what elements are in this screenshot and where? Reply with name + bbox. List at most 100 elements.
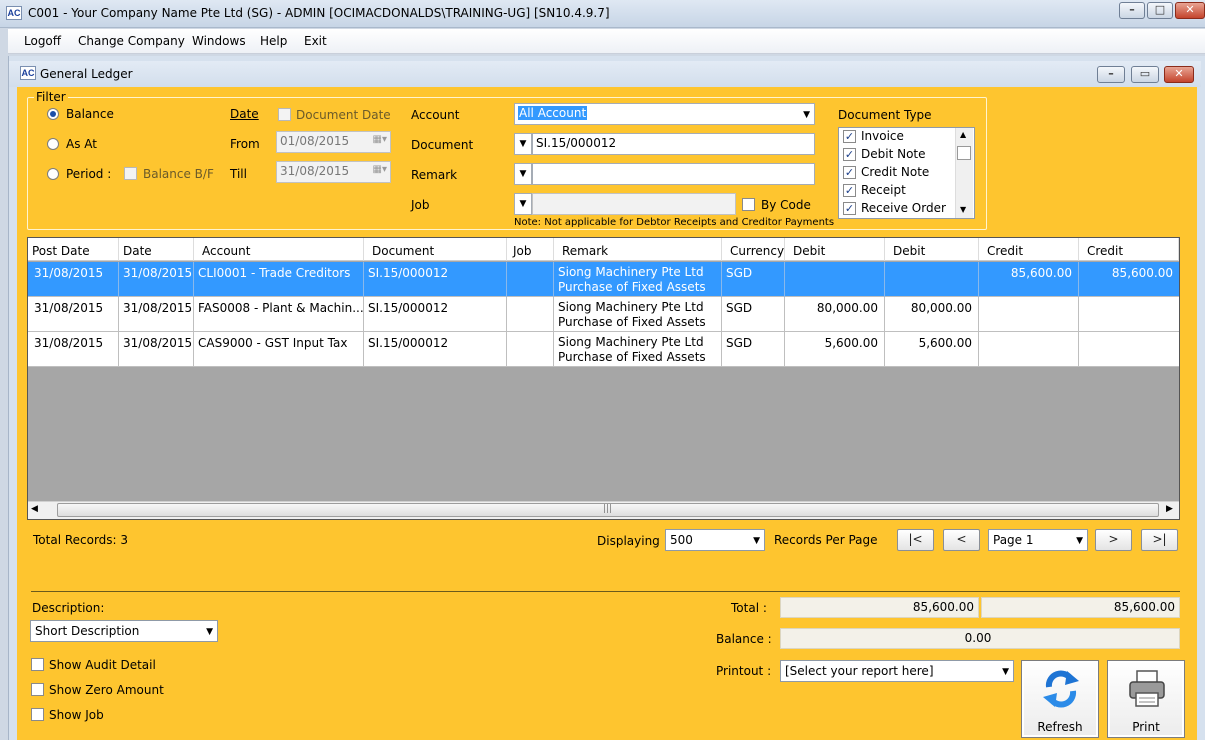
balance-radio[interactable] bbox=[47, 108, 59, 120]
document-type-scrollbar[interactable]: ▲ ▼ bbox=[955, 128, 973, 218]
last-page-button[interactable]: >| bbox=[1141, 529, 1178, 551]
period-radio[interactable] bbox=[47, 168, 59, 180]
child-close-button[interactable]: ✕ bbox=[1164, 66, 1194, 83]
menu-logoff[interactable]: Logoff bbox=[24, 34, 61, 48]
cell-currency: SGD bbox=[722, 262, 785, 297]
doc-type-label: Receipt bbox=[861, 183, 906, 197]
col-header-date[interactable]: Date bbox=[119, 238, 194, 261]
till-label: Till bbox=[230, 167, 247, 181]
scroll-up-icon[interactable]: ▲ bbox=[960, 130, 966, 139]
checkbox-checked-icon[interactable]: ✓ bbox=[843, 166, 856, 179]
minimize-button[interactable]: – bbox=[1119, 2, 1145, 19]
child-minimize-button[interactable]: – bbox=[1097, 66, 1125, 83]
scroll-left-icon[interactable]: ◀ bbox=[31, 504, 38, 514]
show-zero-amount-label: Show Zero Amount bbox=[49, 683, 164, 697]
printout-report-select[interactable]: [Select your report here] ▼ bbox=[780, 660, 1014, 682]
description-select[interactable]: Short Description ▼ bbox=[30, 620, 218, 642]
scroll-thumb[interactable] bbox=[957, 146, 971, 160]
as-at-radio-label: As At bbox=[66, 137, 97, 151]
balance-label: Balance : bbox=[716, 632, 772, 646]
close-button[interactable]: ✕ bbox=[1175, 2, 1205, 19]
till-date-field[interactable]: 31/08/2015 ▦▾ bbox=[276, 161, 391, 183]
checkbox-checked-icon[interactable]: ✓ bbox=[843, 148, 856, 161]
next-page-button[interactable]: > bbox=[1095, 529, 1132, 551]
cell-date: 31/08/2015 bbox=[119, 332, 194, 367]
account-select[interactable]: All Account ▼ bbox=[514, 103, 815, 125]
doc-type-credit-note[interactable]: ✓ Credit Note bbox=[841, 164, 959, 182]
table-row[interactable]: 31/08/2015 31/08/2015 FAS0008 - Plant & … bbox=[28, 297, 1179, 332]
first-page-button[interactable]: |< bbox=[897, 529, 934, 551]
job-input[interactable] bbox=[532, 193, 736, 215]
from-date-field[interactable]: 01/08/2015 ▦▾ bbox=[276, 131, 391, 153]
document-input[interactable]: SI.15/000012 bbox=[532, 133, 815, 155]
balance-bf-label: Balance B/F bbox=[143, 167, 214, 181]
show-job-checkbox[interactable] bbox=[31, 708, 44, 721]
cell-post-date: 31/08/2015 bbox=[28, 297, 119, 332]
table-row[interactable]: 31/08/2015 31/08/2015 CLI0001 - Trade Cr… bbox=[28, 262, 1179, 297]
scroll-down-icon[interactable]: ▼ bbox=[960, 205, 966, 214]
doc-type-receipt[interactable]: ✓ Receipt bbox=[841, 182, 959, 200]
total-records: Total Records: 3 bbox=[33, 533, 129, 547]
doc-type-debit-note[interactable]: ✓ Debit Note bbox=[841, 146, 959, 164]
remark-input[interactable] bbox=[532, 163, 815, 185]
print-button[interactable]: Print bbox=[1107, 660, 1185, 738]
cell-account: CAS9000 - GST Input Tax bbox=[194, 332, 364, 367]
show-audit-detail-checkbox[interactable] bbox=[31, 658, 44, 671]
balance-value: 0.00 bbox=[780, 628, 1180, 649]
by-code-checkbox[interactable] bbox=[742, 198, 755, 211]
show-zero-amount-checkbox[interactable] bbox=[31, 683, 44, 696]
cell-document: SI.15/000012 bbox=[364, 332, 507, 367]
as-at-radio[interactable] bbox=[47, 138, 59, 150]
menu-windows[interactable]: Windows bbox=[192, 34, 246, 48]
refresh-button[interactable]: Refresh bbox=[1021, 660, 1099, 738]
cell-date: 31/08/2015 bbox=[119, 297, 194, 332]
menu-exit[interactable]: Exit bbox=[304, 34, 327, 48]
table-row[interactable]: 31/08/2015 31/08/2015 CAS9000 - GST Inpu… bbox=[28, 332, 1179, 367]
chevron-down-icon: ▼ bbox=[753, 536, 760, 546]
col-header-debit-2[interactable]: Debit bbox=[885, 238, 979, 261]
checkbox-checked-icon[interactable]: ✓ bbox=[843, 184, 856, 197]
doc-type-receive-order[interactable]: ✓ Receive Order bbox=[841, 200, 959, 218]
cell-date: 31/08/2015 bbox=[119, 262, 194, 297]
page-select[interactable]: Page 1 ▼ bbox=[988, 529, 1088, 551]
scroll-right-icon[interactable]: ▶ bbox=[1166, 504, 1173, 514]
checkbox-checked-icon[interactable]: ✓ bbox=[843, 202, 856, 215]
cell-credit-2 bbox=[1079, 297, 1179, 332]
refresh-button-label: Refresh bbox=[1037, 720, 1083, 734]
job-operator-dropdown[interactable]: ▼ bbox=[514, 193, 532, 215]
col-header-post-date[interactable]: Post Date bbox=[28, 238, 119, 261]
records-per-page-select[interactable]: 500 ▼ bbox=[665, 529, 765, 551]
maximize-button[interactable]: □ bbox=[1147, 2, 1173, 19]
chevron-down-icon: ▼ bbox=[1076, 536, 1083, 546]
col-header-credit-2[interactable]: Credit bbox=[1079, 238, 1179, 261]
cell-account: CLI0001 - Trade Creditors bbox=[194, 262, 364, 297]
col-header-remark[interactable]: Remark bbox=[554, 238, 722, 261]
col-header-credit[interactable]: Credit bbox=[979, 238, 1079, 261]
cell-post-date: 31/08/2015 bbox=[28, 332, 119, 367]
child-restore-button[interactable]: ▭ bbox=[1131, 66, 1159, 83]
remark-operator-dropdown[interactable]: ▼ bbox=[514, 163, 532, 185]
col-header-account[interactable]: Account bbox=[194, 238, 364, 261]
doc-type-invoice[interactable]: ✓ Invoice bbox=[841, 128, 959, 146]
col-header-document[interactable]: Document bbox=[364, 238, 507, 261]
document-date-checkbox[interactable] bbox=[278, 108, 291, 121]
previous-page-button[interactable]: < bbox=[943, 529, 980, 551]
calendar-icon[interactable]: ▦▾ bbox=[373, 164, 387, 175]
document-date-label: Document Date bbox=[296, 108, 391, 122]
refresh-icon bbox=[1043, 670, 1079, 708]
cell-remark: Siong Machinery Pte Ltd Purchase of Fixed… bbox=[554, 332, 722, 367]
description-label: Description: bbox=[32, 601, 105, 615]
scroll-thumb[interactable]: ||| bbox=[57, 503, 1159, 517]
col-header-currency[interactable]: Currency bbox=[722, 238, 785, 261]
balance-bf-checkbox[interactable] bbox=[124, 167, 137, 180]
menu-change-company[interactable]: Change Company bbox=[78, 34, 185, 48]
cell-credit-2: 85,600.00 bbox=[1111, 266, 1173, 280]
remark-line-2: Purchase of Fixed Assets bbox=[558, 350, 706, 364]
col-header-job[interactable]: Job bbox=[507, 238, 554, 261]
document-operator-dropdown[interactable]: ▼ bbox=[514, 133, 532, 155]
checkbox-checked-icon[interactable]: ✓ bbox=[843, 130, 856, 143]
calendar-icon[interactable]: ▦▾ bbox=[373, 134, 387, 145]
col-header-debit[interactable]: Debit bbox=[785, 238, 885, 261]
menu-help[interactable]: Help bbox=[260, 34, 287, 48]
cell-credit: 85,600.00 bbox=[979, 262, 1079, 297]
